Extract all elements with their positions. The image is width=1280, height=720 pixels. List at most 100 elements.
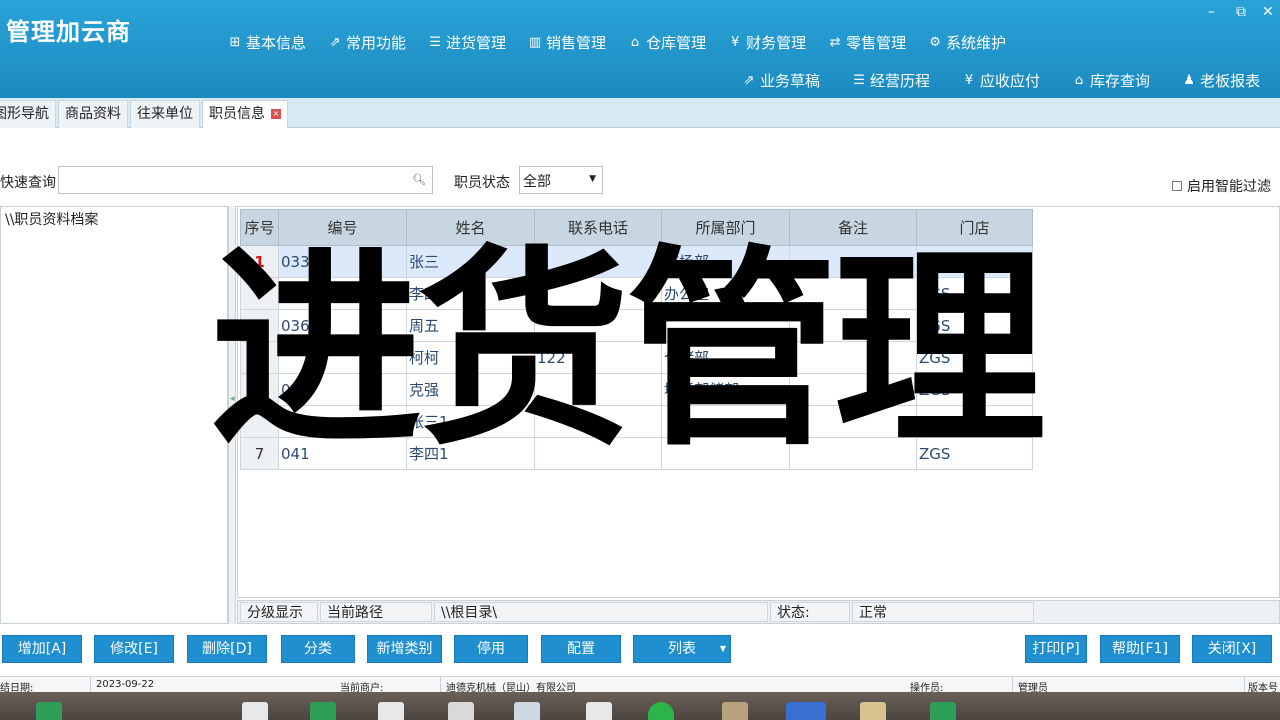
tier-display[interactable]: 分级显示 (240, 602, 318, 622)
row-number-cell[interactable]: 7 (240, 437, 279, 470)
add-category-button[interactable]: 新增类别 (367, 635, 442, 663)
smart-filter-checkbox[interactable] (1172, 181, 1182, 191)
table-cell[interactable] (789, 341, 917, 374)
document-app-icon[interactable] (378, 702, 404, 720)
nav-item-boss-reports[interactable]: ♟ 老板报表 (1182, 70, 1260, 91)
table-cell[interactable] (534, 405, 662, 438)
table-cell[interactable] (534, 373, 662, 406)
spreadsheet-app-icon[interactable] (36, 702, 62, 720)
nav-item-receivables[interactable]: ¥ 应收应付 (962, 70, 1040, 91)
table-cell[interactable] (661, 309, 790, 342)
table-cell[interactable]: ZGS (916, 437, 1033, 470)
table-cell[interactable] (661, 405, 790, 438)
table-cell[interactable]: 仓储部 (661, 341, 790, 374)
tab-graph-nav[interactable]: 图形导航 (0, 100, 56, 128)
column-header[interactable]: 序号 (240, 209, 279, 246)
nav-item-drafts[interactable]: ⇗ 业务草稿 (742, 70, 820, 91)
table-cell[interactable] (789, 437, 917, 470)
table-cell[interactable]: 张三1 (406, 405, 535, 438)
column-header[interactable]: 姓名 (406, 209, 535, 246)
table-row[interactable]: 035 李四 办公室 ZGS (240, 277, 1033, 310)
table-cell[interactable] (534, 309, 662, 342)
table-row[interactable]: 3 036 周五 ZGS (240, 309, 1033, 342)
table-cell[interactable]: ZGS (916, 341, 1033, 374)
table-cell[interactable]: ZGS (916, 245, 1033, 278)
table-cell[interactable] (278, 341, 407, 374)
table-row[interactable]: 柯柯 122 仓储部 ZGS (240, 341, 1033, 374)
row-number-cell[interactable] (240, 405, 279, 438)
table-cell[interactable]: 李四 (406, 277, 535, 310)
category-button[interactable]: 分类 (281, 635, 355, 663)
table-cell[interactable] (789, 405, 917, 438)
tab-employees[interactable]: 职员信息 × (202, 100, 288, 128)
config-button[interactable]: 配置 (541, 635, 621, 663)
column-header[interactable]: 编号 (278, 209, 407, 246)
table-cell[interactable]: 041 (278, 437, 407, 470)
employee-status-select[interactable]: 全部 ▼ (519, 166, 603, 194)
spreadsheet-app-icon[interactable] (930, 702, 956, 720)
table-cell[interactable] (789, 245, 917, 278)
table-cell[interactable]: 033 (278, 245, 407, 278)
table-cell[interactable]: 墙板部储部 (661, 373, 790, 406)
table-cell[interactable] (789, 373, 917, 406)
tab-partners[interactable]: 往来单位 (130, 100, 200, 128)
table-cell[interactable]: 040 (278, 405, 407, 438)
file-app-icon[interactable] (448, 702, 474, 720)
table-cell[interactable] (534, 245, 662, 278)
tab-close-icon[interactable]: × (271, 109, 281, 119)
file-app-icon[interactable] (514, 702, 540, 720)
table-cell[interactable]: 035 (278, 277, 407, 310)
row-number-cell[interactable]: 3 (240, 309, 279, 342)
folder-app-icon[interactable] (722, 702, 748, 720)
nav-item-retail[interactable]: ⇄ 零售管理 (828, 32, 906, 53)
table-cell[interactable]: ZGS (916, 277, 1033, 310)
nav-item-basic-info[interactable]: ⊞ 基本信息 (228, 32, 306, 53)
close-window-icon[interactable]: ✕ (1262, 4, 1274, 20)
nav-item-finance[interactable]: ¥ 财务管理 (728, 32, 806, 53)
collapse-arrow-icon[interactable]: ◂ (230, 394, 235, 404)
nav-item-history[interactable]: ☰ 经营历程 (852, 70, 930, 91)
help-button[interactable]: 帮助[F1] (1100, 635, 1180, 663)
nav-item-system[interactable]: ⚙ 系统维护 (928, 32, 1006, 53)
delete-button[interactable]: 删除[D] (187, 635, 267, 663)
print-button[interactable]: 打印[P] (1025, 635, 1087, 663)
panel-splitter[interactable]: ◂ (228, 206, 236, 624)
table-cell[interactable]: ZGS (916, 405, 1033, 438)
column-header[interactable]: 联系电话 (534, 209, 662, 246)
list-button[interactable]: 列表 ▼ (633, 635, 731, 663)
table-cell[interactable]: 036 (278, 309, 407, 342)
add-button[interactable]: 增加[A] (2, 635, 82, 663)
table-row[interactable]: 039 克强 墙板部储部 ZGS (240, 373, 1033, 406)
chat-app-icon[interactable] (648, 702, 674, 720)
table-cell[interactable]: 张三 (406, 245, 535, 278)
row-number-cell[interactable] (240, 373, 279, 406)
row-number-cell[interactable] (240, 277, 279, 310)
tab-products[interactable]: 商品资料 (58, 100, 128, 128)
disable-button[interactable]: 停用 (454, 635, 528, 663)
table-row[interactable]: 7 041 李四1 ZGS (240, 437, 1033, 470)
nav-item-warehouse[interactable]: ⌂ 仓库管理 (628, 32, 706, 53)
row-number-cell[interactable] (240, 341, 279, 374)
document-app-icon[interactable] (586, 702, 612, 720)
column-header[interactable]: 门店 (916, 209, 1033, 246)
folder-app-icon[interactable] (860, 702, 886, 720)
table-cell[interactable] (789, 277, 917, 310)
close-button[interactable]: 关闭[X] (1192, 635, 1272, 663)
table-cell[interactable] (534, 277, 662, 310)
row-number-cell[interactable]: 1 (240, 245, 279, 278)
restore-icon[interactable]: ⧉ (1236, 4, 1246, 20)
column-header[interactable]: 所属部门 (661, 209, 790, 246)
search-input[interactable]: 🔍︎ (58, 166, 433, 194)
table-cell[interactable]: 122 (534, 341, 662, 374)
nav-item-purchasing[interactable]: ☰ 进货管理 (428, 32, 506, 53)
table-cell[interactable]: ZGS (916, 309, 1033, 342)
table-cell[interactable] (534, 437, 662, 470)
smart-filter-toggle[interactable]: 启用智能过滤 (1172, 176, 1271, 196)
table-row[interactable]: 1 033 张三 市场部 ZGS (240, 245, 1033, 278)
column-header[interactable]: 备注 (789, 209, 917, 246)
app-icon[interactable] (786, 702, 826, 720)
table-cell[interactable]: 周五 (406, 309, 535, 342)
nav-item-inventory[interactable]: ⌂ 库存查询 (1072, 70, 1150, 91)
table-cell[interactable] (661, 437, 790, 470)
table-cell[interactable]: 柯柯 (406, 341, 535, 374)
